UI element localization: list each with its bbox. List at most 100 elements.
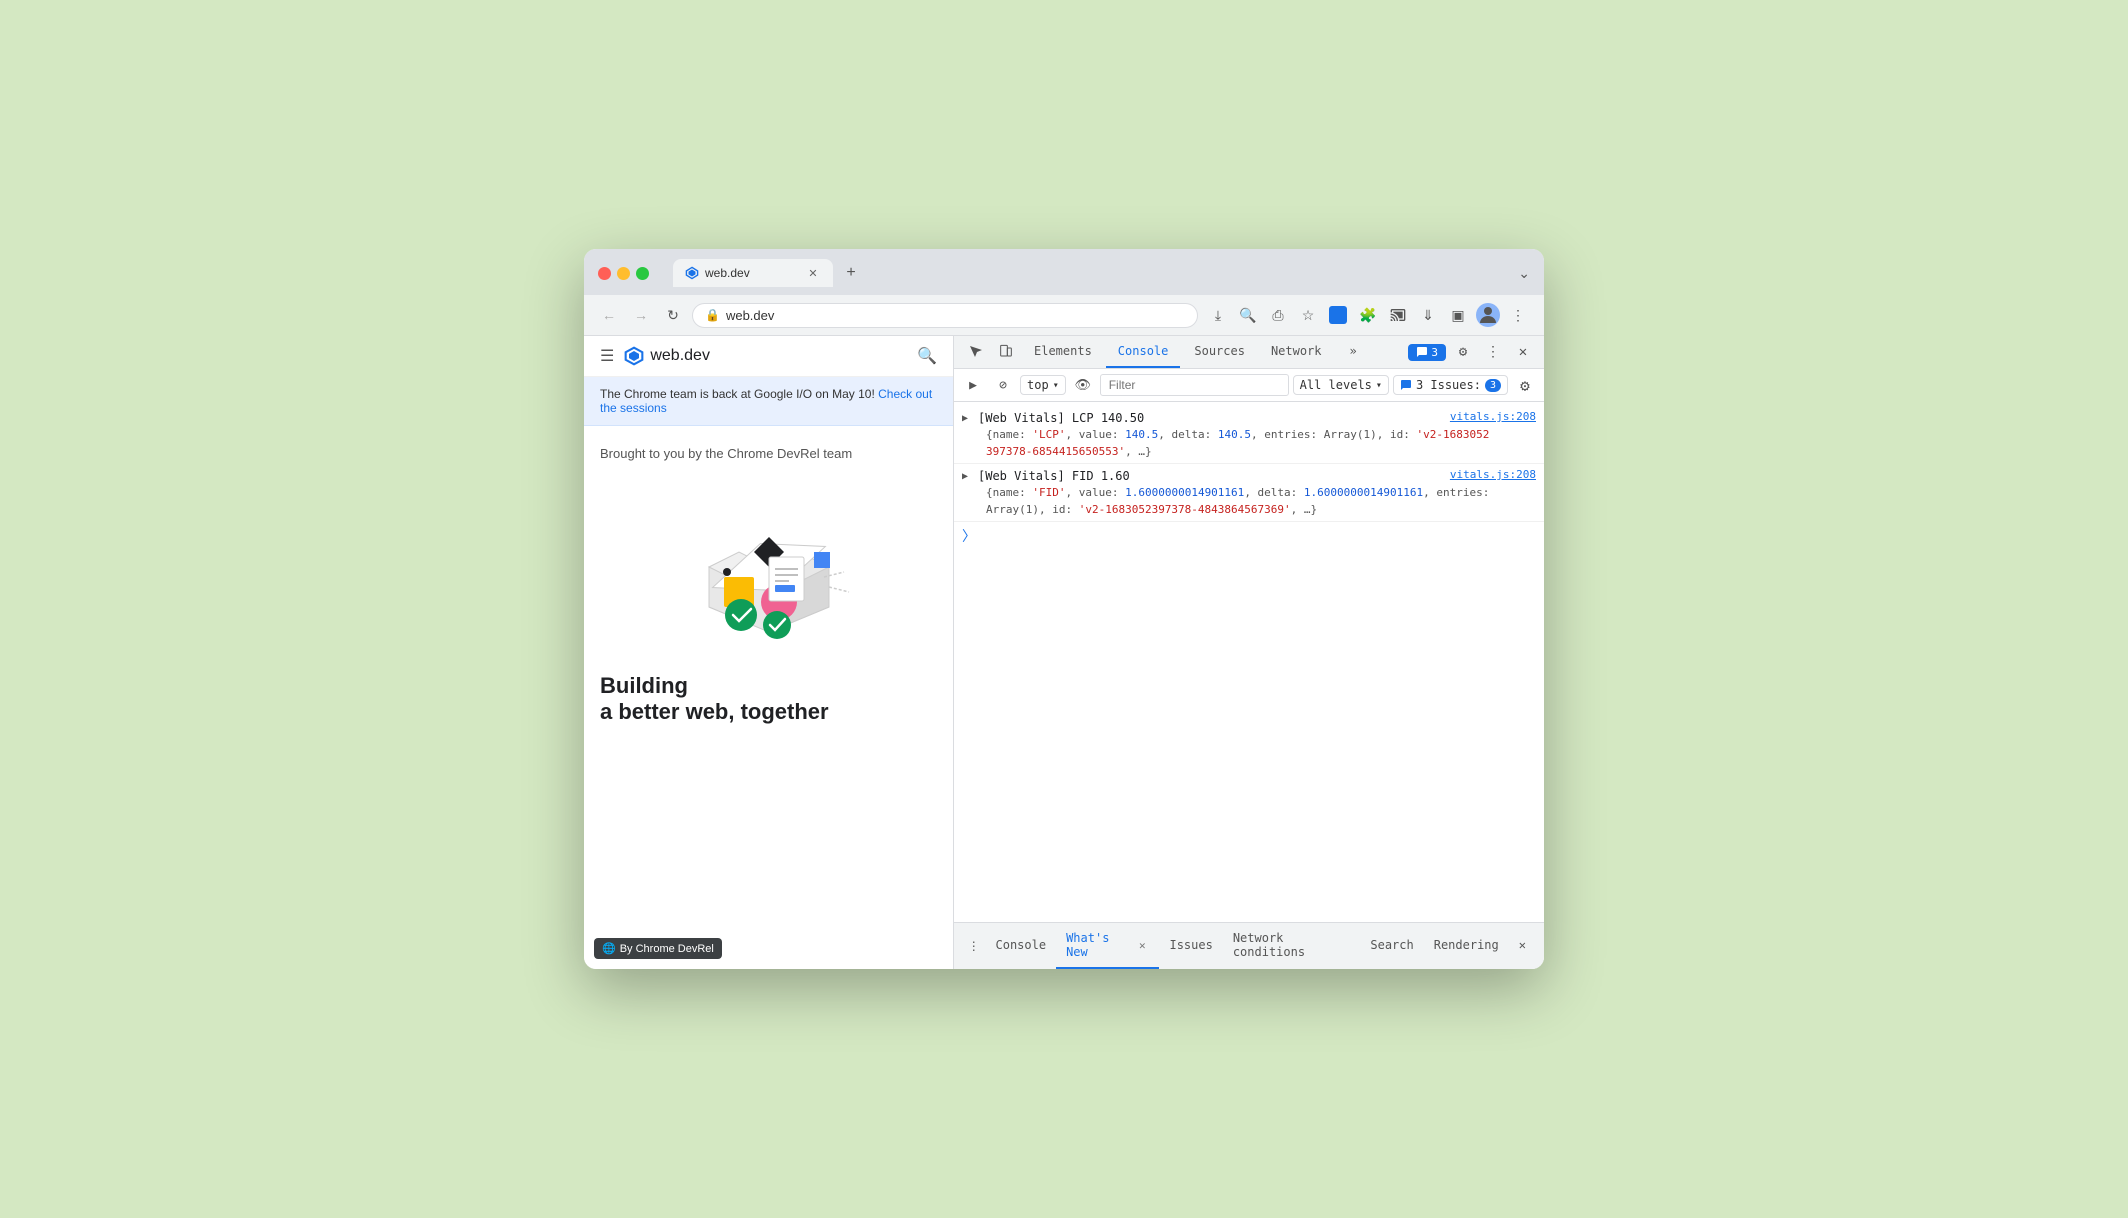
title-bar-top: web.dev ✕ + ⌄ [598, 259, 1530, 287]
chevron-down-icon: ▾ [1376, 380, 1382, 391]
tab-title: web.dev [705, 266, 799, 280]
tab-console[interactable]: Console [1106, 336, 1181, 368]
console-entry: ▶ [Web Vitals] FID 1.60 vitals.js:208 {n… [954, 464, 1544, 522]
toggle-device-icon[interactable] [992, 338, 1020, 366]
profile-avatar[interactable] [1474, 301, 1502, 329]
search-icon[interactable]: 🔍 [917, 346, 937, 366]
inspect-element-icon[interactable] [962, 338, 990, 366]
entry-source-link[interactable]: vitals.js:208 [1450, 409, 1536, 426]
caret-icon: 〉 [962, 526, 976, 546]
address-field[interactable]: 🔒 web.dev [692, 303, 1198, 328]
bottom-tab-close-button[interactable]: ✕ [1135, 937, 1149, 953]
illustration-svg [669, 477, 869, 657]
bottom-tab-search[interactable]: Search [1360, 930, 1423, 962]
download-icon[interactable]: ⇓ [1414, 301, 1442, 329]
bottom-tab-close-icon[interactable]: ✕ [1509, 930, 1536, 962]
context-select[interactable]: top ▾ [1020, 375, 1066, 395]
close-window-button[interactable] [598, 267, 611, 280]
issues-label: 3 Issues: [1416, 378, 1481, 392]
console-toolbar: ▶ ⊘ top ▾ 👁 All levels ▾ 3 Issues: 3 ⚙ [954, 369, 1544, 402]
share-icon[interactable]: ⎙ [1264, 301, 1292, 329]
entry-detail-2: 397378-6854415650553', …} [978, 444, 1536, 461]
console-clear-icon[interactable]: ⊘ [990, 372, 1016, 398]
tab-sources[interactable]: Sources [1182, 336, 1257, 368]
traffic-lights [598, 267, 649, 280]
content-area: ☰ web.dev 🔍 The Chrome team is back at G… [584, 336, 1544, 969]
entry-detail: {name: 'FID', value: 1.6000000014901161,… [978, 485, 1536, 502]
site-logo: web.dev [624, 346, 710, 366]
devtools-settings-icon[interactable]: ⚙ [1450, 339, 1476, 365]
brought-by-text: Brought to you by the Chrome DevRel team [600, 446, 937, 461]
console-play-icon[interactable]: ▶ [960, 372, 986, 398]
console-entry-header: [Web Vitals] FID 1.60 vitals.js:208 [978, 467, 1536, 485]
issues-count: 3 [1485, 379, 1501, 392]
title-bar: web.dev ✕ + ⌄ [584, 249, 1544, 295]
sidebar-icon[interactable]: ▣ [1444, 301, 1472, 329]
devtools-close-button[interactable]: ✕ [1510, 339, 1536, 365]
bottom-tab-rendering[interactable]: Rendering [1424, 930, 1509, 962]
expand-arrow-icon[interactable]: ▶ [962, 411, 968, 426]
page-subtitle: a better web, together [600, 699, 937, 725]
extensions-icon[interactable]: 🧩 [1354, 301, 1382, 329]
devtools-more-options-icon[interactable]: ⋮ [1480, 339, 1506, 365]
entry-detail-2: Array(1), id: 'v2-1683052397378-48438645… [978, 502, 1536, 519]
more-tabs-button[interactable]: » [1338, 336, 1369, 368]
chevron-down-icon[interactable]: ⌄ [1518, 265, 1530, 282]
expand-arrow-icon[interactable]: ▶ [962, 469, 968, 484]
bottom-tooltip: 🌐 By Chrome DevRel [594, 938, 722, 959]
bottom-tabs-more-icon[interactable]: ⋮ [962, 933, 986, 959]
console-settings-icon[interactable]: ⚙ [1512, 372, 1538, 398]
console-input-prompt[interactable]: 〉 [954, 522, 1544, 550]
tabs-row: web.dev ✕ + [673, 259, 1510, 287]
bottom-tab-network-conditions[interactable]: Network conditions [1223, 923, 1361, 969]
entry-source-link[interactable]: vitals.js:208 [1450, 467, 1536, 484]
hamburger-menu-icon[interactable]: ☰ [600, 346, 614, 366]
console-entry: ▶ [Web Vitals] LCP 140.50 vitals.js:208 … [954, 406, 1544, 464]
tab-close-button[interactable]: ✕ [805, 265, 821, 281]
entry-main-text: [Web Vitals] LCP 140.50 [978, 409, 1144, 427]
minimize-window-button[interactable] [617, 267, 630, 280]
tab-elements[interactable]: Elements [1022, 336, 1104, 368]
issues-count-badge[interactable]: 3 [1408, 344, 1446, 361]
entry-main-text: [Web Vitals] FID 1.60 [978, 467, 1130, 485]
bookmark-icon[interactable]: ☆ [1294, 301, 1322, 329]
banner: The Chrome team is back at Google I/O on… [584, 377, 953, 426]
download-page-icon[interactable]: ⤓ [1204, 301, 1232, 329]
toolbar-icons: ⤓ 🔍 ⎙ ☆ 🧩 ⇓ ▣ ⋮ [1204, 301, 1532, 329]
devtools-bottom-tabs: ⋮ Console What's New ✕ Issues Network co… [954, 922, 1544, 969]
maximize-window-button[interactable] [636, 267, 649, 280]
page-title: Building [600, 673, 937, 699]
devtools-tabs: Elements Console Sources Network » [954, 336, 1544, 369]
forward-button[interactable]: → [628, 302, 654, 328]
devtools-tab-right: 3 ⚙ ⋮ ✕ [1408, 339, 1536, 365]
bottom-tab-issues[interactable]: Issues [1159, 930, 1222, 962]
webpage-header: ☰ web.dev 🔍 [584, 336, 953, 377]
tooltip-icon: 🌐 [602, 942, 616, 955]
issues-badge[interactable]: 3 Issues: 3 [1393, 375, 1508, 395]
console-entry-header: [Web Vitals] LCP 140.50 vitals.js:208 [978, 409, 1536, 427]
filter-input[interactable] [1100, 374, 1289, 396]
eye-icon[interactable]: 👁 [1070, 372, 1096, 398]
webdev-logo-icon [624, 346, 644, 366]
console-output: ▶ [Web Vitals] LCP 140.50 vitals.js:208 … [954, 402, 1544, 922]
lock-icon: 🔒 [705, 308, 720, 322]
new-tab-button[interactable]: + [837, 259, 865, 287]
reload-button[interactable]: ↻ [660, 302, 686, 328]
more-options-icon[interactable]: ⋮ [1504, 301, 1532, 329]
bottom-tab-console[interactable]: Console [986, 930, 1057, 962]
chevron-down-icon: ▾ [1053, 380, 1059, 391]
address-text: web.dev [726, 308, 1185, 323]
address-bar-row: ← → ↻ 🔒 web.dev ⤓ 🔍 ⎙ ☆ 🧩 ⇓ ▣ [584, 295, 1544, 336]
tab-network[interactable]: Network [1259, 336, 1334, 368]
banner-text: The Chrome team is back at Google I/O on… [600, 387, 875, 401]
site-name: web.dev [650, 347, 710, 365]
active-tab[interactable]: web.dev ✕ [673, 259, 833, 287]
cast-icon[interactable] [1384, 301, 1412, 329]
illustration [600, 477, 937, 657]
extension-green-icon[interactable] [1324, 301, 1352, 329]
bottom-tab-whats-new[interactable]: What's New ✕ [1056, 923, 1159, 969]
browser-window: web.dev ✕ + ⌄ ← → ↻ 🔒 web.dev ⤓ 🔍 ⎙ ☆ 🧩 [584, 249, 1544, 969]
levels-select[interactable]: All levels ▾ [1293, 375, 1389, 395]
zoom-icon[interactable]: 🔍 [1234, 301, 1262, 329]
back-button[interactable]: ← [596, 302, 622, 328]
